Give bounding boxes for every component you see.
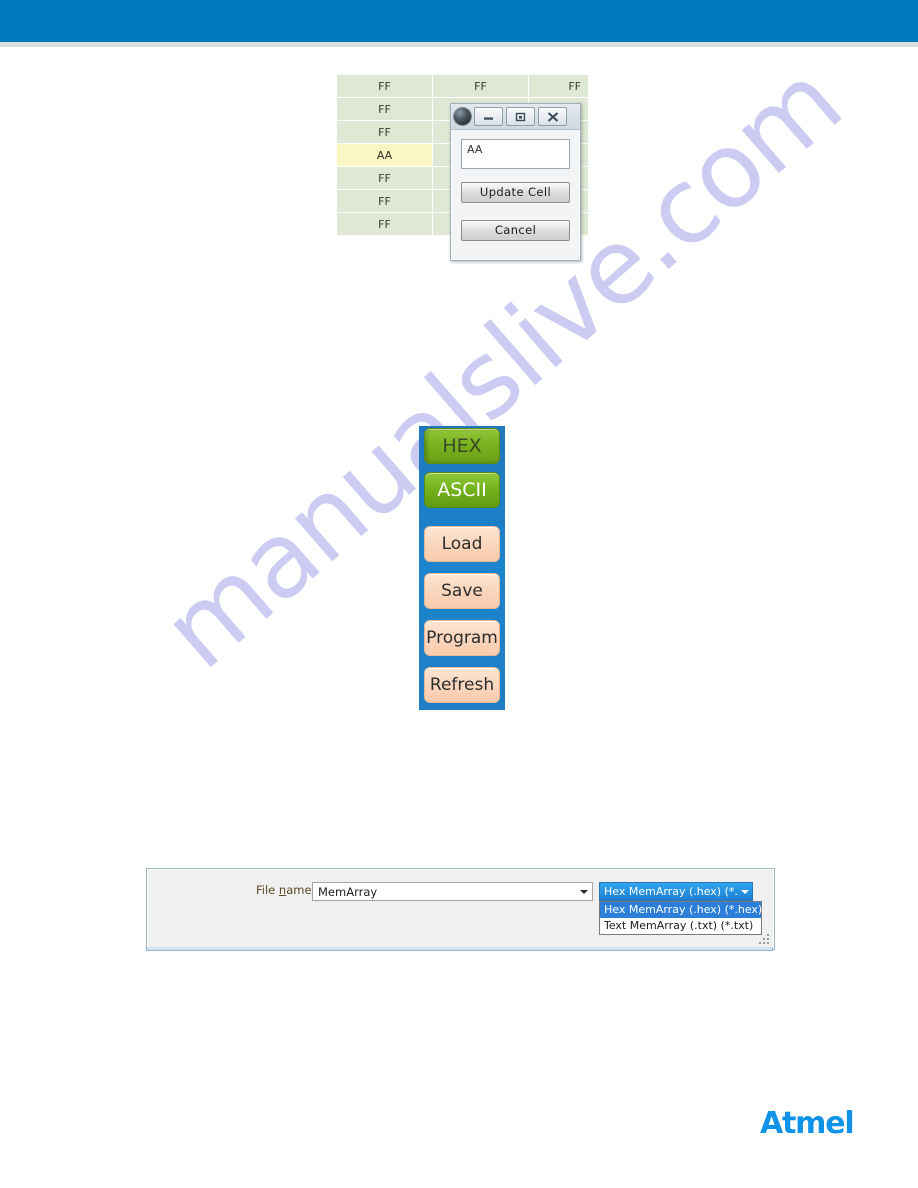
- hex-mode-button[interactable]: HEX: [424, 428, 500, 464]
- file-name-label: File name:: [256, 883, 316, 897]
- save-file-dialog-footer: [146, 947, 773, 951]
- hex-cell[interactable]: FF: [337, 212, 433, 236]
- page-header-band: [0, 0, 918, 42]
- file-type-selected: Hex MemArray (.hex) (*.hex): [604, 885, 738, 898]
- ascii-mode-button[interactable]: ASCII: [424, 472, 500, 508]
- file-type-dropdown-list[interactable]: Hex MemArray (.hex) (*.hex) Text MemArra…: [599, 901, 762, 935]
- chevron-down-icon[interactable]: [738, 889, 752, 894]
- close-icon: [547, 111, 559, 122]
- maximize-button[interactable]: [506, 107, 535, 126]
- update-cell-dialog: AA Update Cell Cancel: [450, 103, 581, 261]
- resize-grip-icon[interactable]: [759, 934, 770, 945]
- dialog-title-bar[interactable]: [451, 104, 580, 130]
- hex-cell[interactable]: FF: [337, 120, 433, 144]
- minimize-button[interactable]: [474, 107, 503, 126]
- close-button[interactable]: [538, 107, 567, 126]
- atmel-logo: Atmel: [760, 1106, 855, 1141]
- dialog-body: AA Update Cell Cancel: [451, 130, 580, 241]
- cancel-button[interactable]: Cancel: [461, 220, 570, 241]
- hex-cell[interactable]: FF: [528, 74, 589, 98]
- file-name-combobox[interactable]: MemArray: [312, 882, 593, 901]
- chevron-down-icon[interactable]: [576, 889, 592, 894]
- hex-grid-figure: FF FF FF FF FF AA FF FF FF AA Update Cel…: [337, 74, 589, 261]
- maximize-icon: [515, 112, 526, 122]
- program-button[interactable]: Program: [424, 620, 500, 656]
- hex-cell[interactable]: FF: [337, 166, 433, 190]
- save-file-dialog: File name: MemArray Hex MemArray (.hex) …: [146, 868, 775, 950]
- cell-value-input[interactable]: AA: [461, 139, 570, 169]
- memory-toolbar: HEX ASCII Load Save Program Refresh: [419, 426, 505, 710]
- hex-cell[interactable]: FF: [337, 97, 433, 121]
- save-button[interactable]: Save: [424, 573, 500, 609]
- load-button[interactable]: Load: [424, 526, 500, 562]
- table-row[interactable]: FF FF FF: [337, 74, 589, 98]
- update-cell-button[interactable]: Update Cell: [461, 182, 570, 203]
- refresh-button[interactable]: Refresh: [424, 667, 500, 703]
- file-type-combobox[interactable]: Hex MemArray (.hex) (*.hex): [599, 882, 753, 901]
- hex-cell-selected[interactable]: AA: [337, 143, 433, 167]
- hex-cell[interactable]: FF: [337, 189, 433, 213]
- file-type-option-txt[interactable]: Text MemArray (.txt) (*.txt): [600, 918, 761, 934]
- hex-cell[interactable]: FF: [337, 74, 433, 98]
- file-type-option-hex[interactable]: Hex MemArray (.hex) (*.hex): [600, 902, 762, 918]
- minimize-icon: [483, 112, 494, 121]
- app-globe-icon: [454, 108, 471, 125]
- hex-cell[interactable]: FF: [432, 74, 529, 98]
- page-header-underline: [0, 42, 918, 47]
- file-name-input[interactable]: MemArray: [313, 885, 576, 899]
